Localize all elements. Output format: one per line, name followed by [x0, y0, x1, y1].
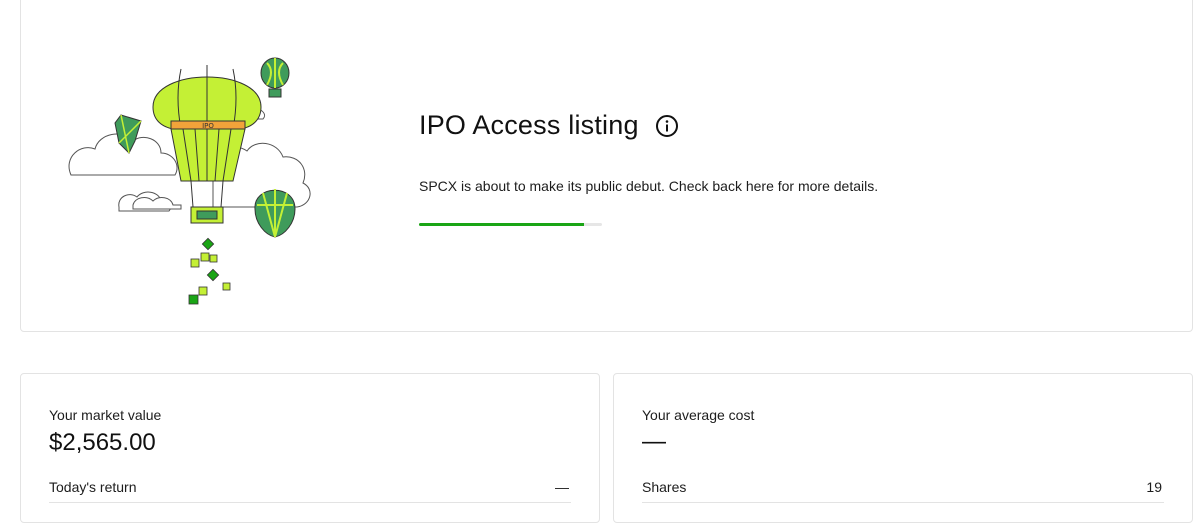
info-icon[interactable]	[655, 114, 679, 138]
todays-return-value: —	[555, 479, 569, 495]
todays-return-label: Today's return	[49, 479, 137, 495]
market-value-card: Your market value $2,565.00 Today's retu…	[20, 373, 600, 523]
average-cost-label: Your average cost	[642, 407, 755, 423]
shares-value: 19	[1146, 479, 1162, 495]
hot-air-balloon-illustration: IPO	[68, 57, 311, 305]
small-balloon-right	[254, 189, 296, 238]
average-cost-card: Your average cost — Shares 19	[613, 373, 1193, 523]
ipo-progress-fill	[419, 223, 584, 226]
small-balloon-top	[260, 57, 290, 98]
falling-cubes	[188, 237, 231, 305]
page-title: IPO Access listing	[419, 110, 639, 140]
todays-return-row: Today's return —	[49, 472, 571, 503]
shares-row: Shares 19	[642, 472, 1164, 503]
market-value-label: Your market value	[49, 407, 162, 423]
ipo-title-row: IPO Access listing	[419, 110, 679, 141]
ipo-progress-bar	[419, 223, 602, 226]
ipo-description: SPCX is about to make its public debut. …	[419, 178, 879, 194]
market-value-amount: $2,565.00	[49, 429, 156, 456]
average-cost-value: —	[642, 428, 666, 455]
ipo-access-card: IPO IPO Access listing SPCX is about to …	[20, 0, 1193, 332]
shares-label: Shares	[642, 479, 687, 495]
